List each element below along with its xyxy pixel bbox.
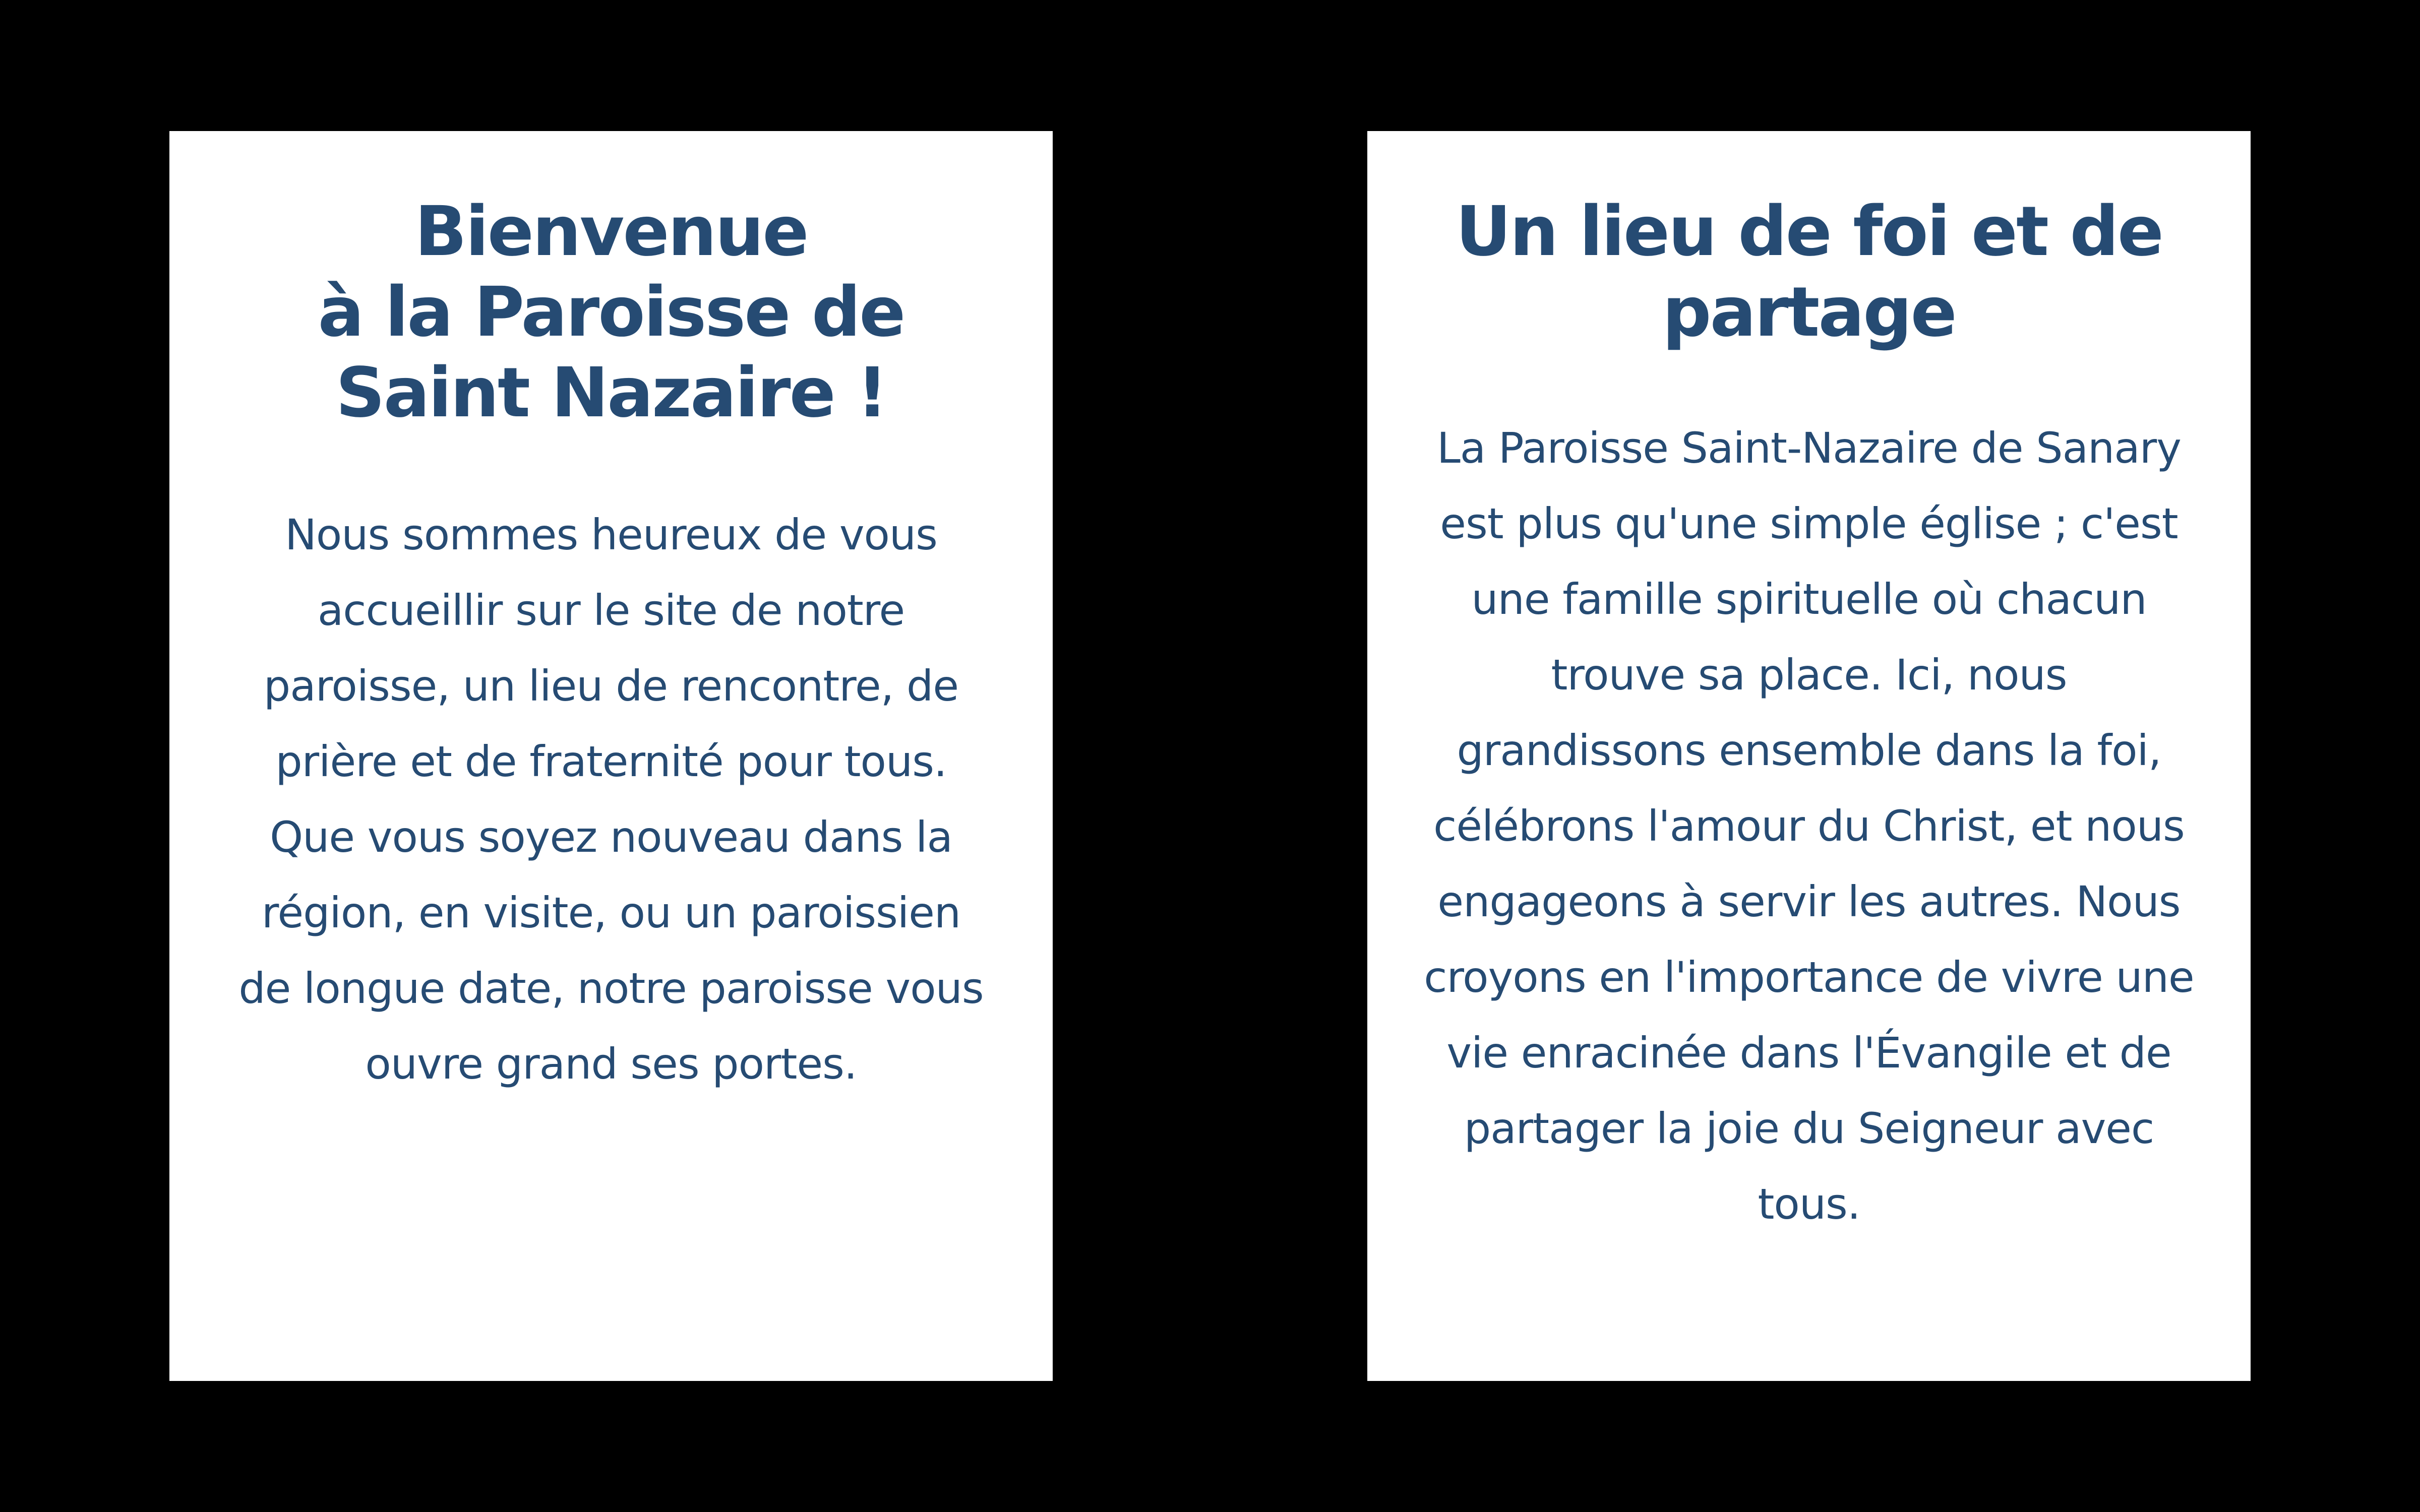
faith-card: Un lieu de foi et de partage La Paroisse… [1367,131,2251,1381]
welcome-card: Bienvenue à la Paroisse de Saint Nazaire… [169,131,1053,1381]
welcome-title-line: à la Paroisse de [318,273,906,352]
welcome-body-text: Nous sommes heureux de vous accueillir s… [238,510,984,1089]
faith-title: Un lieu de foi et de partage [1456,192,2164,352]
welcome-title-line: Saint Nazaire ! [335,353,888,433]
faith-body-text: La Paroisse Saint-Nazaire de Sanary est … [1424,423,2194,1229]
page: Bienvenue à la Paroisse de Saint Nazaire… [0,0,2420,1512]
welcome-title: Bienvenue à la Paroisse de Saint Nazaire… [235,192,987,433]
welcome-title-line: Bienvenue [414,192,809,272]
